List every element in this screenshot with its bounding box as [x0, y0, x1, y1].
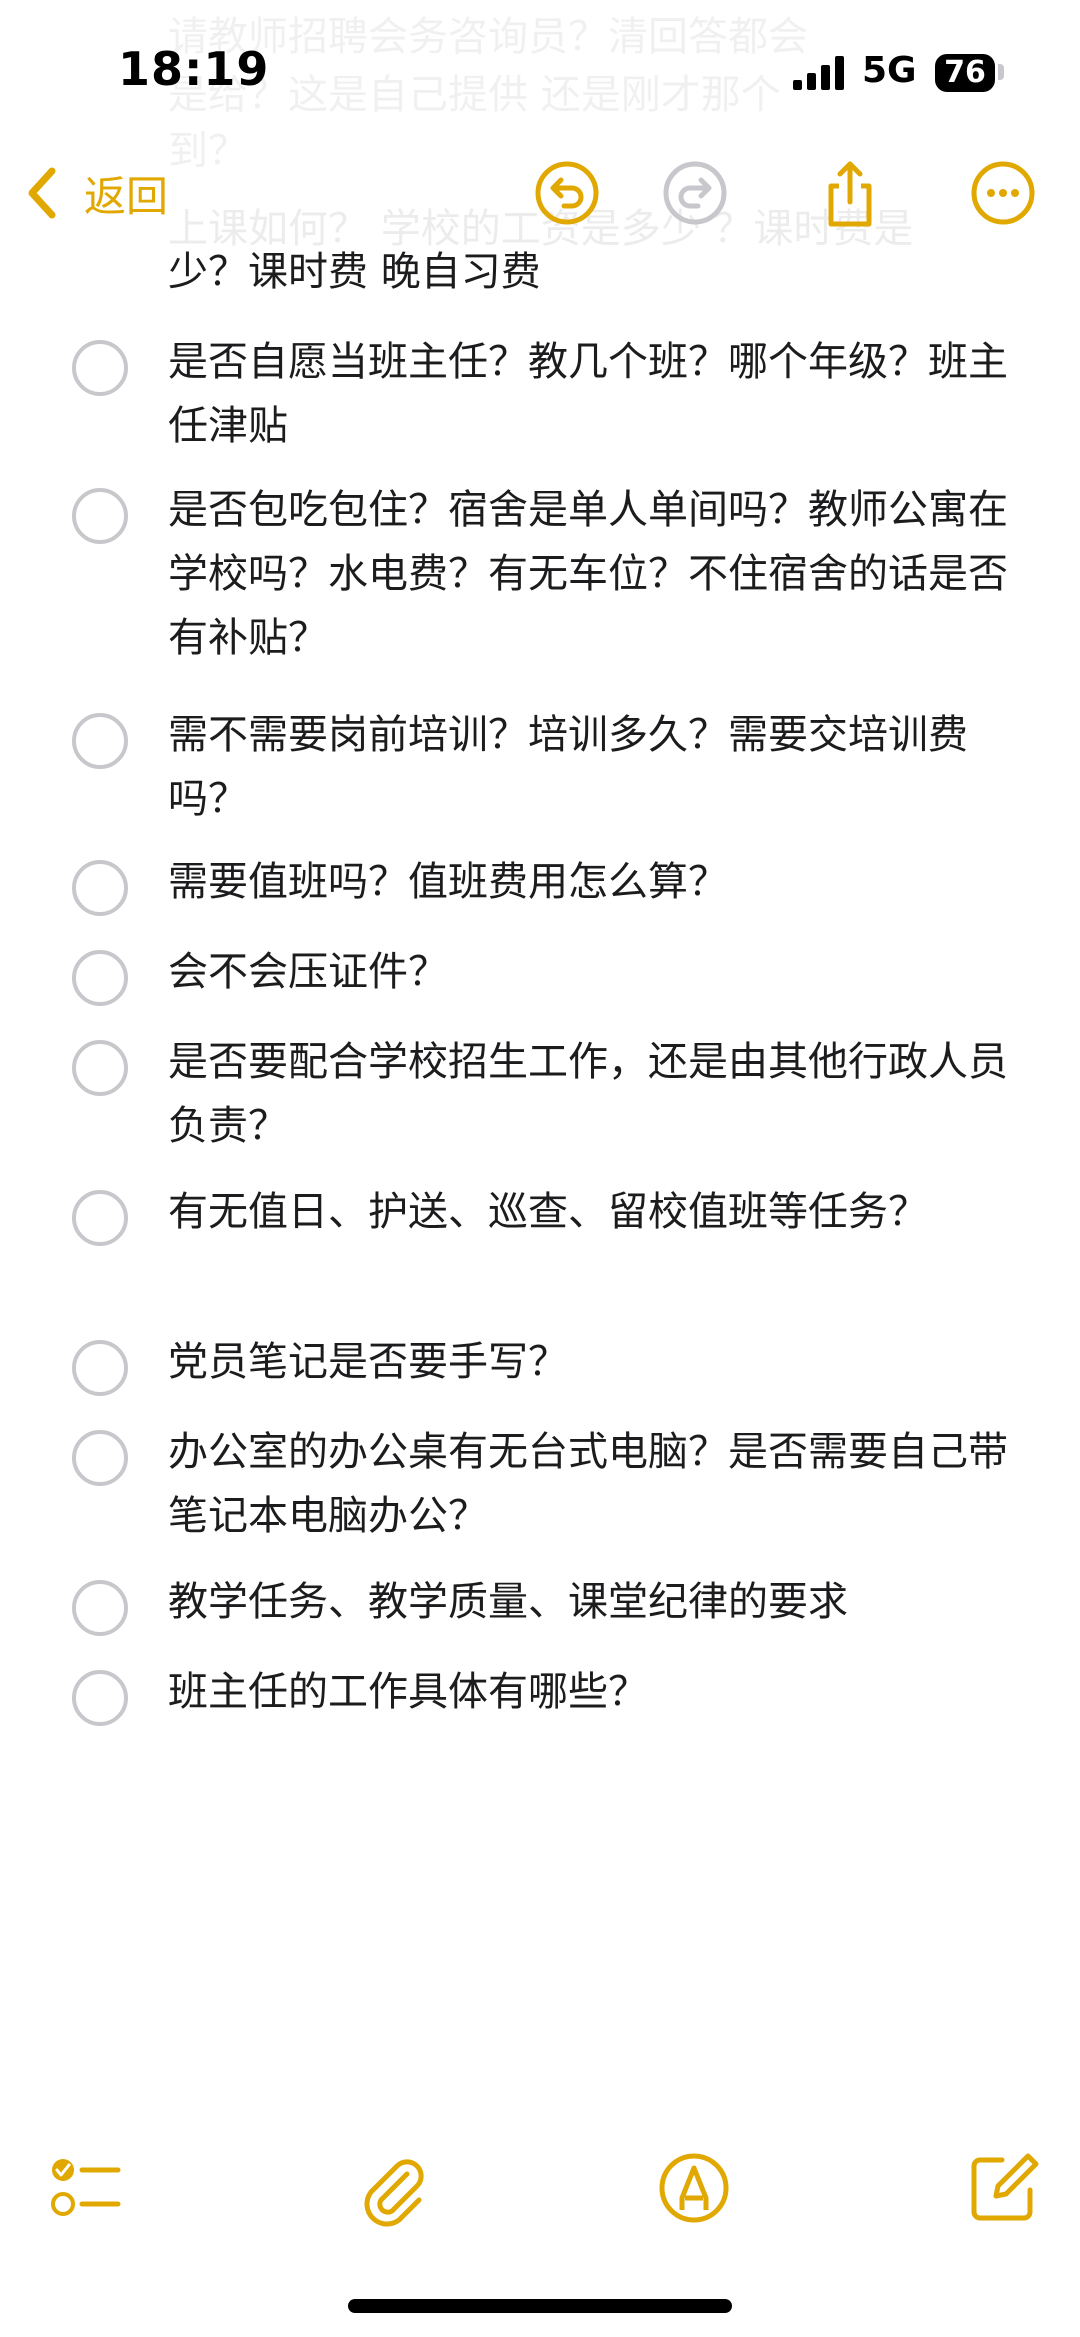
navigation-bar: 返回 [0, 150, 1080, 240]
checkbox-circle-icon[interactable] [72, 340, 128, 396]
checklist-item-text[interactable]: 班主任的工作具体有哪些？ [168, 1660, 1018, 1724]
checkbox-circle-icon[interactable] [72, 1430, 128, 1486]
undo-icon[interactable] [532, 158, 602, 228]
checklist-item-text[interactable]: 教学任务、教学质量、课堂纪律的要求 [168, 1570, 1018, 1634]
checklist-item-text[interactable]: 党员笔记是否要手写？ [168, 1330, 1018, 1394]
chevron-left-icon [28, 167, 56, 219]
checklist-item-text[interactable]: 办公室的办公桌有无台式电脑？是否需要自己带笔记本电脑办公？ [168, 1420, 1018, 1548]
share-icon[interactable] [815, 158, 885, 228]
checklist-item-text[interactable]: 是否包吃包住？宿舍是单人单间吗？教师公寓在学校吗？水电费？有无车位？不住宿舍的话… [168, 478, 1018, 670]
checkbox-circle-icon[interactable] [72, 1190, 128, 1246]
status-bar: 18:19 5G 76 [0, 0, 1080, 150]
battery-cap-icon [998, 64, 1004, 80]
checkbox-circle-icon[interactable] [72, 1670, 128, 1726]
checkbox-circle-icon[interactable] [72, 1040, 128, 1096]
checklist-item-text[interactable]: 需要值班吗？值班费用怎么算？ [168, 850, 1018, 914]
network-type: 5G [862, 50, 917, 91]
more-options-icon[interactable] [968, 158, 1038, 228]
back-button[interactable]: 返回 [22, 158, 168, 228]
checklist-item-text[interactable]: 是否自愿当班主任？教几个班？哪个年级？班主任津贴 [168, 330, 1018, 458]
bottom-toolbar [0, 2140, 1080, 2240]
home-indicator[interactable] [348, 2299, 732, 2313]
checklist-item-text[interactable]: 会不会压证件？ [168, 940, 1018, 1004]
checklist-item-text[interactable]: 需不需要岗前培训？培训多久？需要交培训费吗？ [168, 703, 1018, 831]
redo-icon[interactable] [660, 158, 730, 228]
compose-new-note-icon[interactable] [966, 2150, 1042, 2226]
checkbox-circle-icon[interactable] [72, 488, 128, 544]
attachment-paperclip-icon[interactable] [355, 2152, 431, 2228]
checkbox-circle-icon[interactable] [72, 860, 128, 916]
battery-indicator: 76 [935, 54, 995, 92]
markup-pen-icon[interactable] [656, 2150, 732, 2226]
checklist-item-text[interactable]: 有无值日、护送、巡查、留校值班等任务？ [168, 1180, 1018, 1244]
checkbox-circle-icon[interactable] [72, 713, 128, 769]
cellular-signal-icon [793, 56, 844, 90]
checkbox-circle-icon[interactable] [72, 950, 128, 1006]
checklist-icon[interactable] [48, 2150, 124, 2226]
checkbox-circle-icon[interactable] [72, 1580, 128, 1636]
checklist-item-text[interactable]: 少？课时费 晚自习费 [168, 240, 1018, 304]
status-time: 18:19 [118, 42, 270, 96]
checklist-item-text[interactable]: 是否要配合学校招生工作，还是由其他行政人员负责？ [168, 1030, 1018, 1158]
back-label: 返回 [84, 171, 169, 221]
checkbox-circle-icon[interactable] [72, 1340, 128, 1396]
